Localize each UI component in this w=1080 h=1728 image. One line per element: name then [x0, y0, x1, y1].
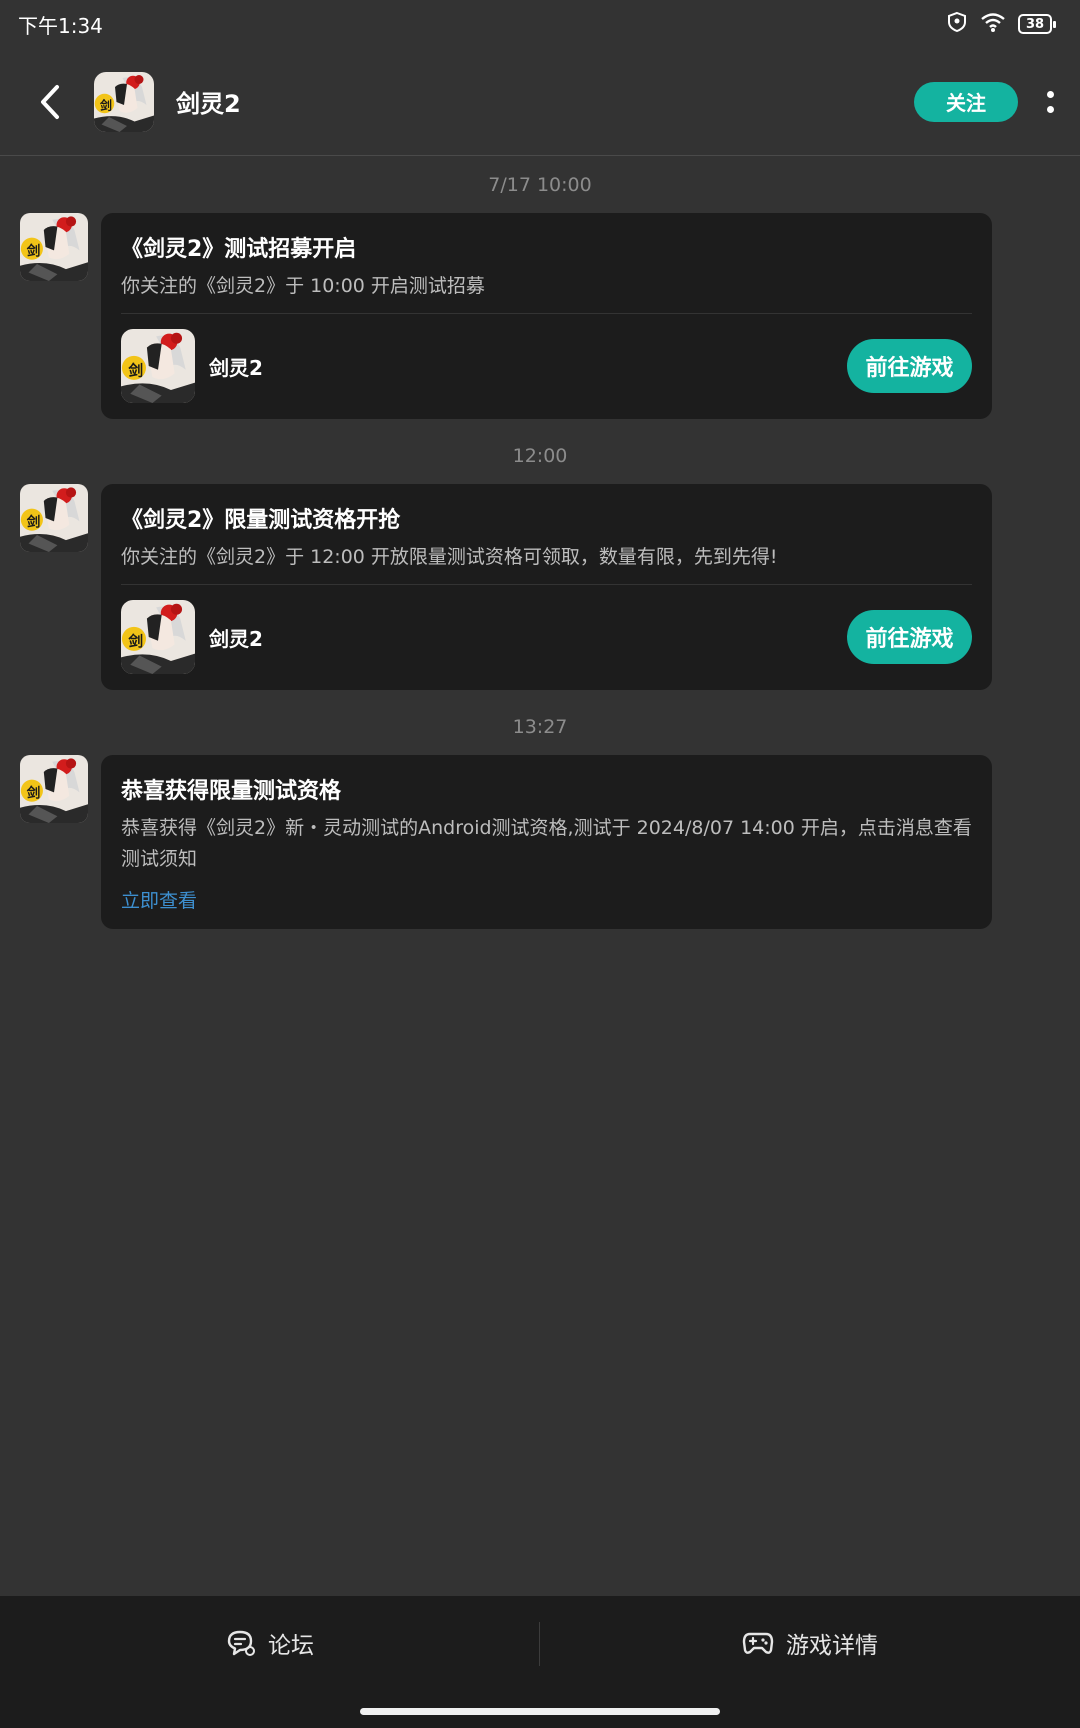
- game-icon: [121, 600, 195, 674]
- status-icons: 38: [946, 11, 1062, 37]
- message-body: 你关注的《剑灵2》于 10:00 开启测试招募: [121, 275, 485, 297]
- shield-icon: [946, 11, 968, 37]
- gamepad-icon: [742, 1632, 774, 1654]
- message-body: 你关注的《剑灵2》于 12:00 开放限量测试资格可领取，数量有限，先到先得!: [121, 546, 778, 568]
- status-bar: 下午1:34 38: [0, 0, 1080, 48]
- message-title: 《剑灵2》测试招募开启: [121, 237, 357, 262]
- forum-tab[interactable]: 论坛: [0, 1596, 540, 1690]
- game-details-tab[interactable]: 游戏详情: [540, 1596, 1080, 1690]
- message-title: 《剑灵2》限量测试资格开抢: [121, 508, 401, 533]
- message-timestamp: 7/17 10:00: [488, 174, 592, 196]
- message-card[interactable]: 《剑灵2》限量测试资格开抢 你关注的《剑灵2》于 12:00 开放限量测试资格可…: [101, 484, 992, 690]
- top-bar: 剑灵2 关注: [0, 48, 1080, 156]
- go-to-game-button[interactable]: 前往游戏: [847, 339, 972, 393]
- follow-button[interactable]: 关注: [914, 81, 1018, 122]
- view-now-link[interactable]: 立即查看: [121, 887, 972, 915]
- bottom-nav: 论坛 游戏详情: [0, 1596, 1080, 1728]
- game-name: 剑灵2: [209, 355, 263, 380]
- go-to-game-button[interactable]: 前往游戏: [847, 610, 972, 664]
- sender-avatar[interactable]: [20, 213, 88, 281]
- status-time: 下午1:34: [18, 13, 103, 38]
- battery-icon: 38: [1018, 14, 1056, 34]
- game-row[interactable]: 剑灵2 前往游戏: [121, 314, 972, 418]
- sender-avatar[interactable]: [20, 755, 88, 823]
- home-indicator[interactable]: [360, 1708, 720, 1715]
- sender-avatar[interactable]: [20, 484, 88, 552]
- message-body: 恭喜获得《剑灵2》新・灵动测试的Android测试资格,测试于 2024/8/0…: [121, 817, 972, 870]
- game-details-label: 游戏详情: [786, 1633, 878, 1659]
- message-timestamp: 12:00: [512, 445, 568, 467]
- game-avatar[interactable]: [94, 72, 154, 132]
- wifi-icon: [980, 11, 1006, 37]
- message-timestamp: 13:27: [512, 716, 568, 738]
- game-row[interactable]: 剑灵2 前往游戏: [121, 585, 972, 689]
- back-button[interactable]: [30, 82, 70, 122]
- game-name: 剑灵2: [209, 626, 263, 651]
- game-icon: [121, 329, 195, 403]
- back-arrow-icon: [41, 84, 59, 119]
- message-card[interactable]: 恭喜获得限量测试资格 恭喜获得《剑灵2》新・灵动测试的Android测试资格,测…: [101, 755, 992, 929]
- message-title: 恭喜获得限量测试资格: [121, 779, 342, 804]
- more-vertical-icon[interactable]: [1040, 82, 1060, 122]
- forum-label: 论坛: [268, 1633, 314, 1659]
- message-card[interactable]: 《剑灵2》测试招募开启 你关注的《剑灵2》于 10:00 开启测试招募 剑灵2 …: [101, 213, 992, 419]
- chat-bubble-icon: [227, 1630, 255, 1656]
- page-title: 剑灵2: [176, 90, 241, 118]
